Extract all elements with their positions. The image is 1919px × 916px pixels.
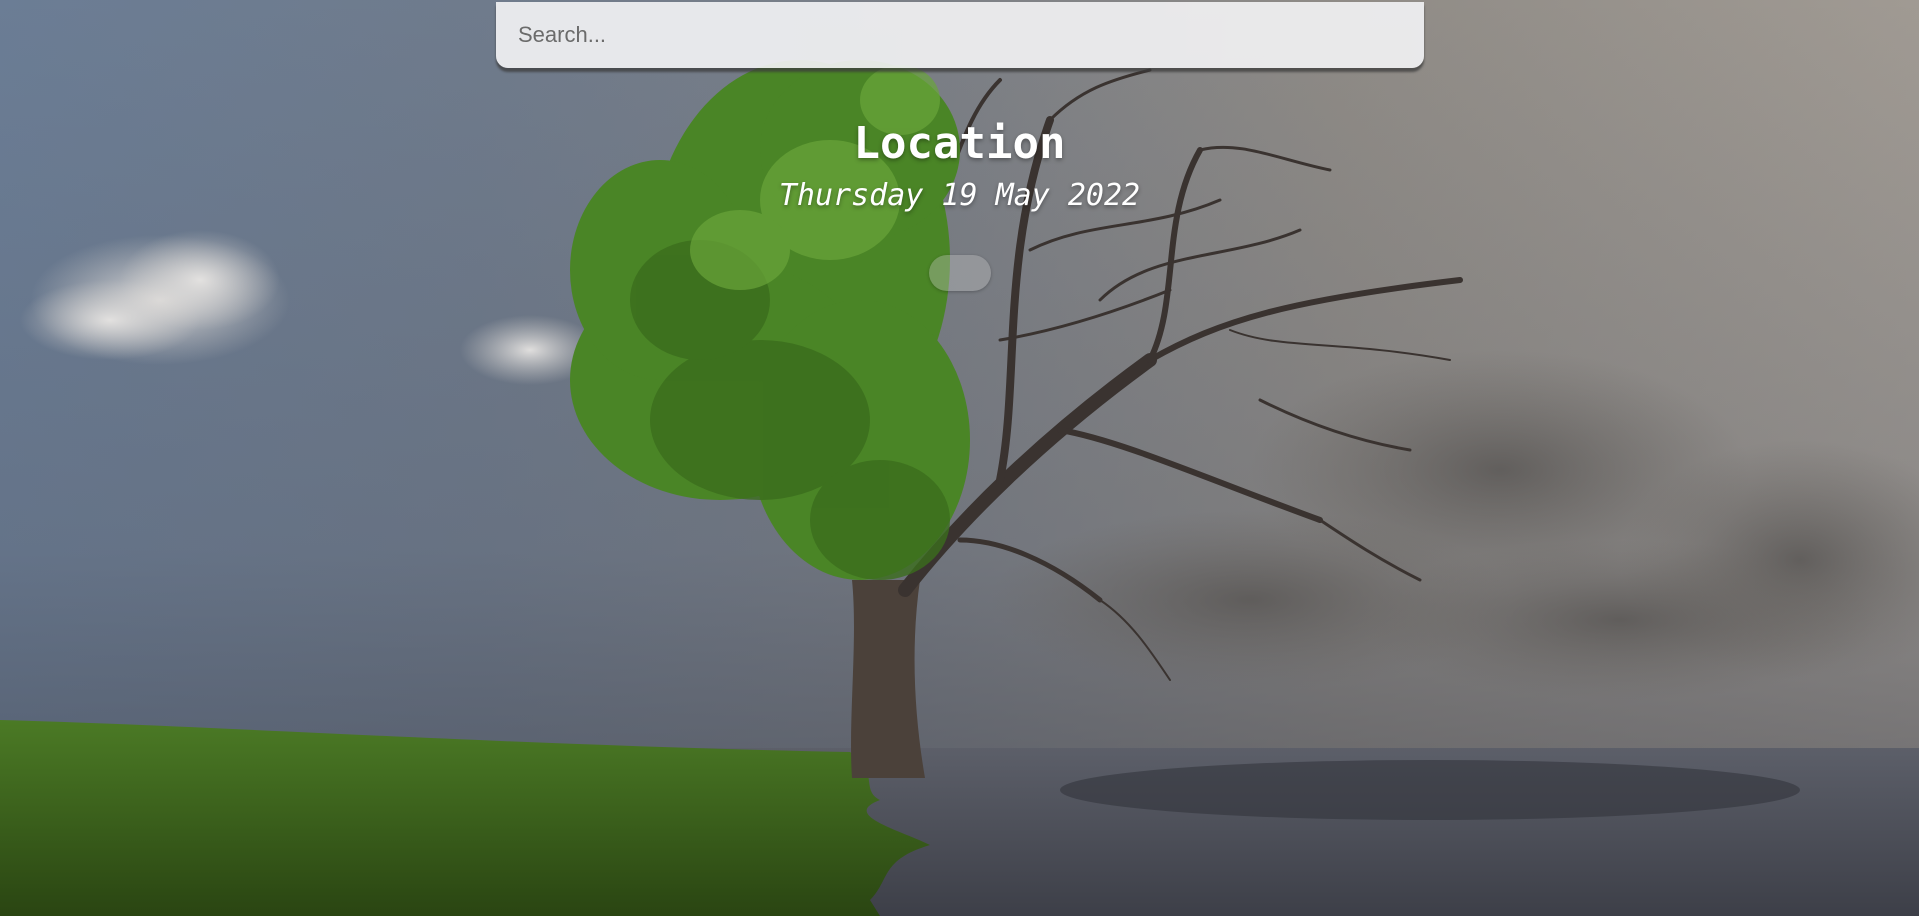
shadow-icon (1060, 760, 1800, 820)
search-input[interactable] (496, 2, 1424, 68)
weather-icon-placeholder (929, 255, 991, 291)
cloud-icon (990, 350, 1919, 700)
date-label: Thursday 19 May 2022 (778, 178, 1141, 213)
location-title: Location (853, 118, 1066, 169)
cloud-icon (20, 230, 290, 365)
background-scene: Location Thursday 19 May 2022 (0, 0, 1919, 916)
search-bar (496, 2, 1424, 68)
